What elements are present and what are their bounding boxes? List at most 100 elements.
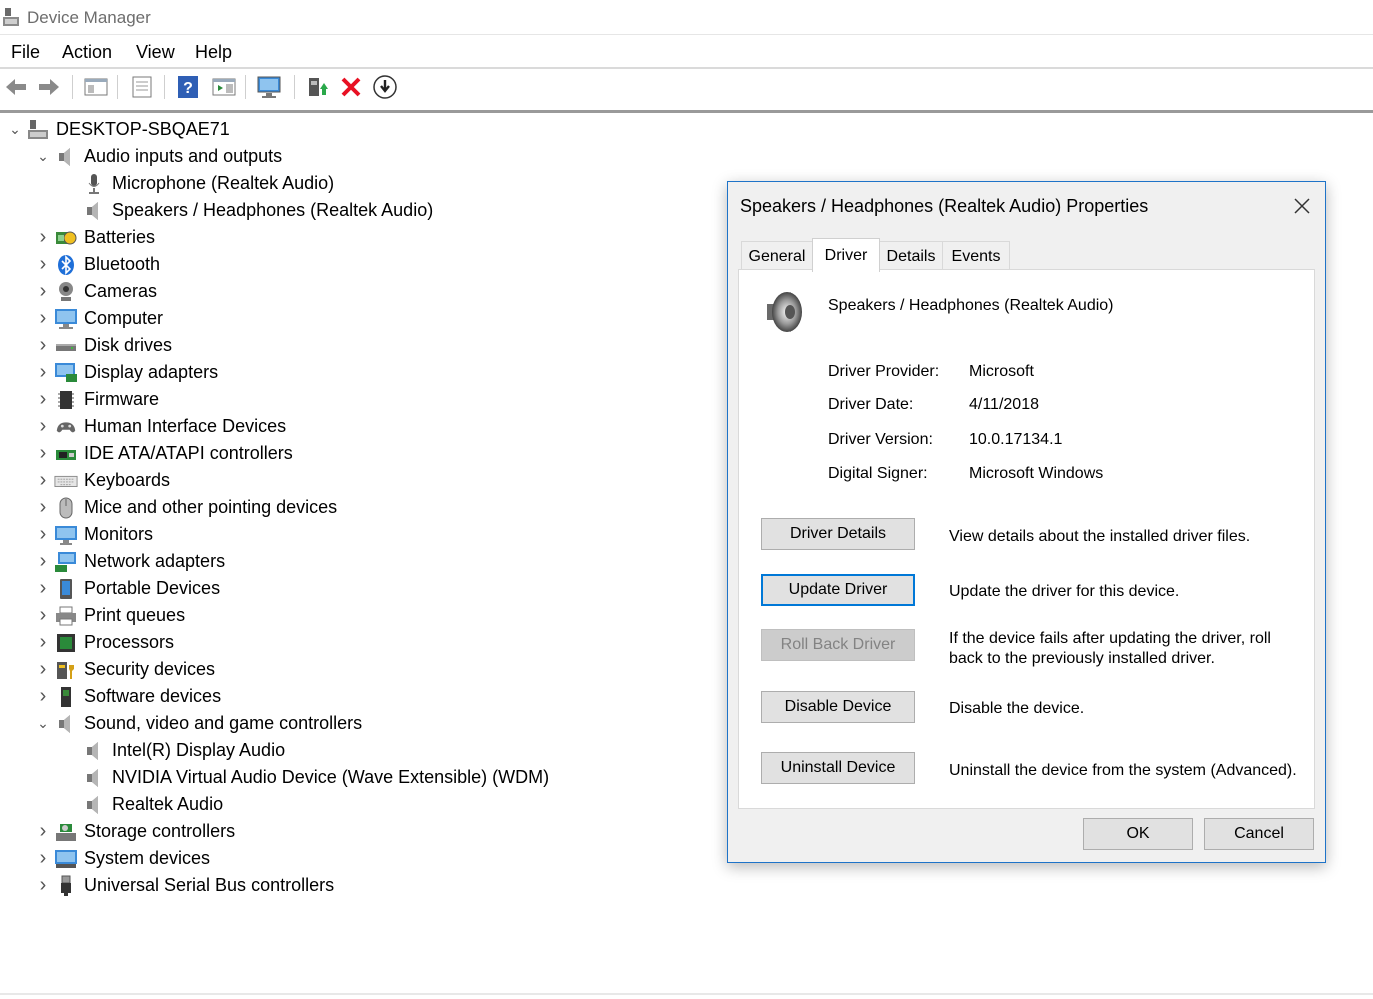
tree-item-label: Microphone (Realtek Audio) bbox=[112, 173, 335, 193]
close-button[interactable] bbox=[1288, 192, 1316, 220]
tree-item-label: Computer bbox=[84, 308, 164, 328]
disable-device-button[interactable] bbox=[372, 73, 398, 101]
uninstall-device-button[interactable]: Uninstall Device bbox=[761, 752, 915, 784]
chevron-right-icon[interactable]: › bbox=[32, 523, 54, 546]
tree-device[interactable]: Speakers / Headphones (Realtek Audio) bbox=[60, 197, 433, 224]
forward-button[interactable] bbox=[36, 73, 62, 101]
usb-icon bbox=[54, 875, 78, 897]
update-driver-description: Update the driver for this device. bbox=[949, 583, 1180, 600]
tree-category[interactable]: ⌄ Sound, video and game controllers bbox=[32, 710, 362, 737]
tree-category[interactable]: › Universal Serial Bus controllers bbox=[32, 872, 334, 899]
chevron-right-icon[interactable]: › bbox=[32, 361, 54, 384]
help-button[interactable]: ? bbox=[175, 73, 201, 101]
chevron-right-icon[interactable]: › bbox=[32, 658, 54, 681]
tree-item-label: Sound, video and game controllers bbox=[84, 713, 363, 733]
menu-file[interactable]: File bbox=[11, 42, 40, 63]
tree-category[interactable]: › Bluetooth bbox=[32, 251, 160, 278]
tree-device[interactable]: NVIDIA Virtual Audio Device (Wave Extens… bbox=[60, 764, 549, 791]
chevron-right-icon[interactable]: › bbox=[32, 388, 54, 411]
tab-details[interactable]: Details bbox=[879, 241, 943, 271]
chevron-right-icon[interactable]: › bbox=[32, 685, 54, 708]
tree-category[interactable]: › IDE ATA/ATAPI controllers bbox=[32, 440, 293, 467]
menu-bar: File Action View Help bbox=[0, 35, 1373, 69]
chevron-right-icon[interactable]: › bbox=[32, 847, 54, 870]
tree-category[interactable]: › Human Interface Devices bbox=[32, 413, 286, 440]
tree-category[interactable]: › Batteries bbox=[32, 224, 155, 251]
menu-action[interactable]: Action bbox=[62, 42, 112, 63]
driver-details-button[interactable]: Driver Details bbox=[761, 518, 915, 550]
scan-hardware-button[interactable] bbox=[256, 73, 282, 101]
device-tree[interactable]: ⌄ DESKTOP-SBQAE71 ⌄ Audio inputs and outp… bbox=[0, 116, 720, 986]
tree-category[interactable]: › Portable Devices bbox=[32, 575, 220, 602]
tree-category[interactable]: › Mice and other pointing devices bbox=[32, 494, 337, 521]
tree-category[interactable]: › Processors bbox=[32, 629, 174, 656]
tab-general[interactable]: General bbox=[741, 241, 813, 271]
driver-version-value: 10.0.17134.1 bbox=[969, 431, 1063, 448]
tree-root[interactable]: ⌄ DESKTOP-SBQAE71 bbox=[4, 116, 230, 143]
tree-category[interactable]: › Cameras bbox=[32, 278, 157, 305]
properties-button[interactable] bbox=[129, 73, 155, 101]
chevron-right-icon[interactable]: › bbox=[32, 253, 54, 276]
tree-item-label: IDE ATA/ATAPI controllers bbox=[84, 443, 293, 463]
show-hide-tree-button[interactable] bbox=[83, 73, 109, 101]
chevron-down-icon[interactable]: ⌄ bbox=[32, 148, 54, 165]
chevron-right-icon[interactable]: › bbox=[32, 604, 54, 627]
chevron-down-icon[interactable]: ⌄ bbox=[4, 121, 26, 138]
tree-device[interactable]: Intel(R) Display Audio bbox=[60, 737, 285, 764]
chevron-down-icon[interactable]: ⌄ bbox=[32, 715, 54, 732]
roll-back-driver-button[interactable]: Roll Back Driver bbox=[761, 629, 915, 661]
tree-category[interactable]: › System devices bbox=[32, 845, 210, 872]
disable-device-button[interactable]: Disable Device bbox=[761, 691, 915, 723]
close-icon bbox=[1294, 198, 1310, 214]
chevron-right-icon[interactable]: › bbox=[32, 631, 54, 654]
tree-item-label: Cameras bbox=[84, 281, 158, 301]
tree-category[interactable]: › Software devices bbox=[32, 683, 221, 710]
chevron-right-icon[interactable]: › bbox=[32, 334, 54, 357]
chevron-right-icon[interactable]: › bbox=[32, 280, 54, 303]
tree-category[interactable]: › Monitors bbox=[32, 521, 153, 548]
update-driver-icon bbox=[309, 78, 328, 96]
update-driver-button[interactable] bbox=[305, 73, 331, 101]
tab-driver[interactable]: Driver bbox=[812, 238, 880, 272]
chevron-right-icon[interactable]: › bbox=[32, 415, 54, 438]
menu-view[interactable]: View bbox=[136, 42, 175, 63]
tree-category[interactable]: › Print queues bbox=[32, 602, 185, 629]
tree-category[interactable]: ⌄ Audio inputs and outputs bbox=[32, 143, 282, 170]
chevron-right-icon[interactable]: › bbox=[32, 550, 54, 573]
tree-category[interactable]: › Network adapters bbox=[32, 548, 225, 575]
driver-tab-panel: Speakers / Headphones (Realtek Audio) Dr… bbox=[738, 269, 1315, 809]
chevron-right-icon[interactable]: › bbox=[32, 874, 54, 897]
update-driver-button[interactable]: Update Driver bbox=[761, 574, 915, 606]
tree-category[interactable]: › Storage controllers bbox=[32, 818, 235, 845]
tree-category[interactable]: › Firmware bbox=[32, 386, 159, 413]
window-title: Device Manager bbox=[27, 8, 151, 27]
printer-icon bbox=[54, 605, 78, 627]
tree-device[interactable]: Microphone (Realtek Audio) bbox=[60, 170, 334, 197]
chevron-right-icon[interactable]: › bbox=[32, 496, 54, 519]
tab-events[interactable]: Events bbox=[942, 241, 1010, 271]
tree-category[interactable]: › Disk drives bbox=[32, 332, 172, 359]
chevron-right-icon[interactable]: › bbox=[32, 226, 54, 249]
ok-button[interactable]: OK bbox=[1083, 818, 1193, 850]
cancel-button[interactable]: Cancel bbox=[1204, 818, 1314, 850]
tree-device[interactable]: Realtek Audio bbox=[60, 791, 223, 818]
chevron-right-icon[interactable]: › bbox=[32, 307, 54, 330]
chevron-right-icon[interactable]: › bbox=[32, 469, 54, 492]
chevron-right-icon[interactable]: › bbox=[32, 577, 54, 600]
software-device-icon bbox=[54, 686, 78, 708]
back-button[interactable] bbox=[3, 73, 29, 101]
chevron-right-icon[interactable]: › bbox=[32, 820, 54, 843]
tree-category[interactable]: › Keyboards bbox=[32, 467, 170, 494]
tree-category[interactable]: › Computer bbox=[32, 305, 163, 332]
tree-category[interactable]: › Display adapters bbox=[32, 359, 218, 386]
menu-help[interactable]: Help bbox=[195, 42, 232, 63]
chevron-right-icon[interactable]: › bbox=[32, 442, 54, 465]
driver-provider-value: Microsoft bbox=[969, 363, 1034, 380]
dialog-title: Speakers / Headphones (Realtek Audio) Pr… bbox=[740, 196, 1149, 216]
uninstall-device-button[interactable] bbox=[338, 73, 364, 101]
bluetooth-icon bbox=[54, 254, 78, 276]
tree-category[interactable]: › Security devices bbox=[32, 656, 215, 683]
scan-hardware-icon bbox=[257, 76, 281, 98]
action-pane-button[interactable] bbox=[211, 73, 237, 101]
tree-item-label: Display adapters bbox=[84, 362, 219, 382]
